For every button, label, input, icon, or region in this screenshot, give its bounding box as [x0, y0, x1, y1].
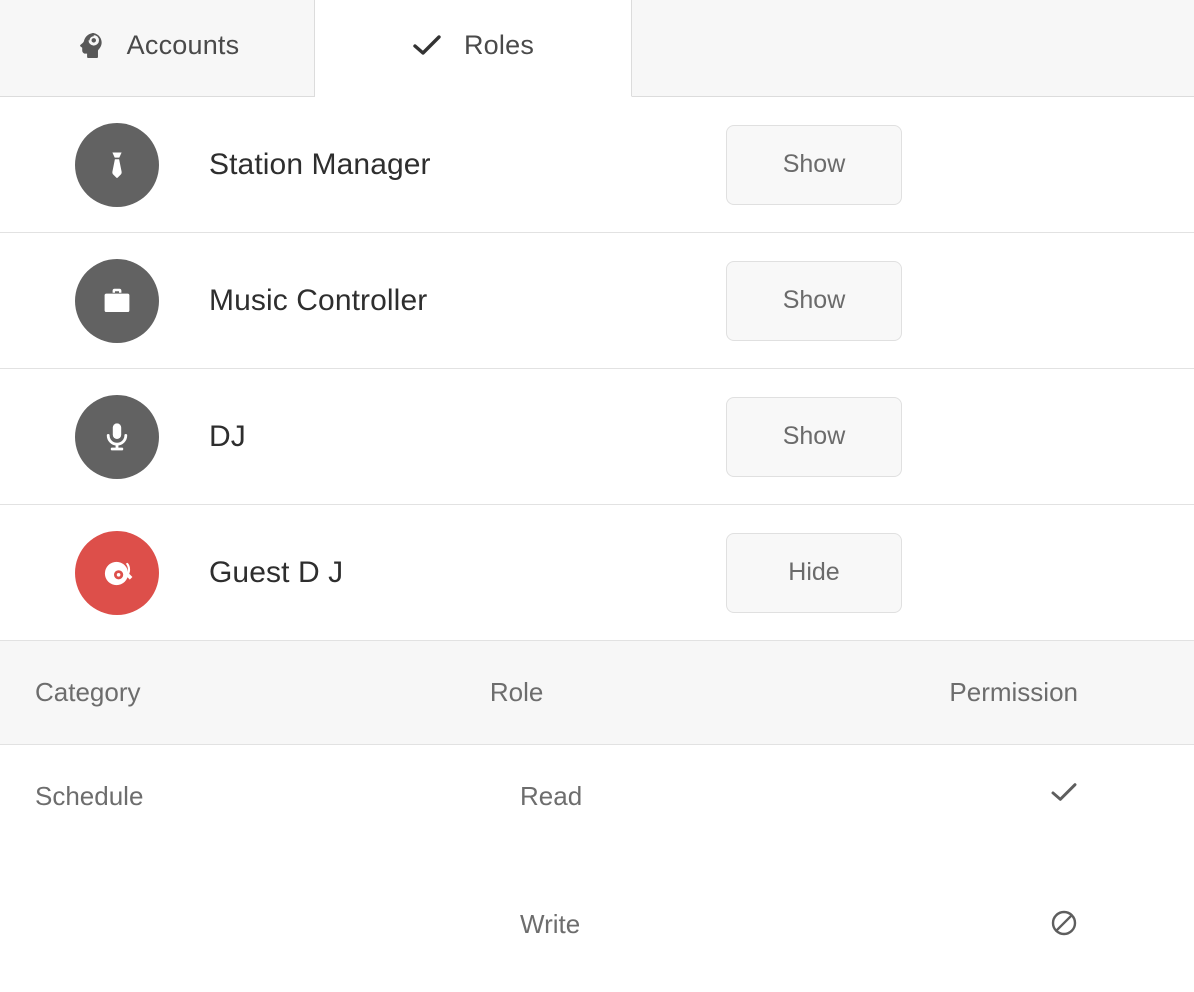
role-visibility-toggle-button[interactable]: Show — [726, 396, 902, 477]
check-icon — [412, 33, 442, 57]
prohibited-icon — [1050, 909, 1078, 937]
role-visibility-toggle-button[interactable]: Hide — [726, 532, 902, 613]
permissions-table-header: Category Role Permission — [0, 641, 1194, 745]
role-row: Music Controller Show — [0, 233, 1194, 369]
role-name: Station Manager — [209, 147, 431, 181]
tab-bar: Accounts Roles — [0, 0, 1194, 97]
vinyl-record-icon — [75, 530, 159, 615]
column-header-category: Category — [35, 677, 141, 707]
role-name: DJ — [209, 419, 246, 453]
role-row: DJ Show — [0, 369, 1194, 505]
cell-permission — [1010, 909, 1194, 937]
head-headphones-icon — [75, 30, 105, 60]
tab-accounts[interactable]: Accounts — [0, 0, 315, 97]
role-name: Guest D J — [209, 555, 344, 589]
table-row: Schedule Read — [0, 745, 1194, 873]
column-header-role: Role — [489, 677, 544, 707]
role-visibility-toggle-button[interactable]: Show — [726, 260, 902, 341]
role-name: Music Controller — [209, 283, 428, 317]
role-row: Station Manager Show — [0, 97, 1194, 233]
briefcase-icon — [75, 258, 159, 343]
necktie-icon — [75, 122, 159, 207]
roles-management-page: Accounts Roles Station Manager Show Musi… — [0, 0, 1194, 992]
tab-roles[interactable]: Roles — [315, 0, 632, 97]
table-row: Write — [0, 873, 1194, 992]
microphone-icon — [75, 394, 159, 479]
cell-permission — [1010, 781, 1194, 803]
cell-role: Read — [520, 781, 583, 811]
role-visibility-toggle-button[interactable]: Show — [726, 124, 902, 205]
column-header-permission: Permission — [949, 677, 1078, 707]
tab-accounts-label: Accounts — [126, 29, 240, 60]
check-icon — [1050, 781, 1078, 803]
tab-roles-label: Roles — [463, 29, 535, 60]
cell-category: Schedule — [35, 781, 144, 811]
role-row: Guest D J Hide — [0, 505, 1194, 641]
cell-role: Write — [520, 909, 581, 939]
tab-bar-filler — [632, 0, 1194, 97]
